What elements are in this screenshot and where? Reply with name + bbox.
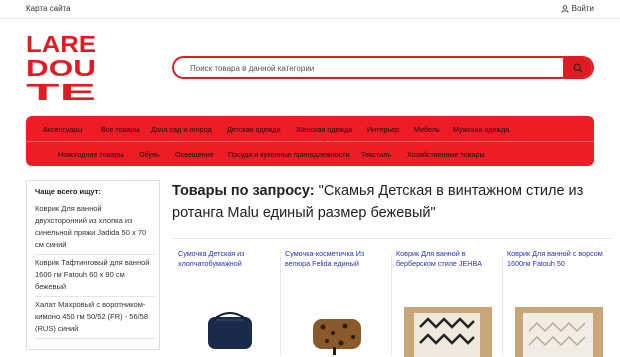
search-icon xyxy=(573,63,583,73)
menu-item-new-year[interactable]: Новогодние товары xyxy=(58,150,124,159)
logo-line-2: DOU xyxy=(26,55,96,81)
page-title: Товары по запросу: "Скамья Детская в вин… xyxy=(172,180,602,224)
product-image-pile-rug[interactable] xyxy=(515,287,603,357)
category-menu: Аксессуары Все товары Дача сад и огород … xyxy=(26,116,594,166)
login-link[interactable]: Войти xyxy=(561,4,594,13)
product-card[interactable]: Коврик Для ванной с ворсом 1600гм Fatouh… xyxy=(507,249,611,357)
sitemap-link[interactable]: Карта сайта xyxy=(26,4,71,13)
menu-item-lighting[interactable]: Освещение xyxy=(175,150,214,159)
product-title[interactable]: Коврик Для ванной в берберском стиле JEH… xyxy=(396,249,500,269)
card-divider xyxy=(280,255,281,355)
product-title[interactable]: Сумочка Детская из хлопчатобумажной xyxy=(178,249,282,269)
popular-searches-title: Чаще всего ищут: xyxy=(35,187,101,196)
logo[interactable]: LARE DOU TE xyxy=(26,32,96,102)
product-grid: Сумочка Детская из хлопчатобумажной Сумо… xyxy=(172,238,612,357)
menu-item-kitchenware[interactable]: Посуда и кухонные принадлежности xyxy=(228,150,350,159)
product-title[interactable]: Коврик Для ванной с ворсом 1600гм Fatouh… xyxy=(507,249,611,269)
menu-row-2: Новогодние товары Обувь Освещение Посуда… xyxy=(26,141,594,166)
menu-item-accessories[interactable]: Аксессуары xyxy=(43,125,82,134)
product-card[interactable]: Сумочка Детская из хлопчатобумажной xyxy=(178,249,282,349)
search-box xyxy=(172,56,594,79)
logo-line-3: TE xyxy=(26,79,96,102)
menu-item-kids-clothing[interactable]: Детская одежда xyxy=(227,125,281,134)
product-title[interactable]: Сумочка-косметичка Из велюра Felida един… xyxy=(285,249,389,269)
card-divider xyxy=(391,255,392,355)
login-label: Войти xyxy=(571,4,594,13)
product-image-pouch[interactable] xyxy=(186,287,274,357)
popular-searches: Чаще всего ищут: Коврик Для ванной двухс… xyxy=(26,180,160,350)
logo-line-1: LARE xyxy=(26,32,96,57)
menu-item-mens-clothing[interactable]: Мужская одежда xyxy=(453,125,509,134)
menu-item-shoes[interactable]: Обувь xyxy=(139,150,160,159)
popular-searches-list: Коврик Для ванной двухсторонний из хлопк… xyxy=(35,201,155,339)
menu-item-household[interactable]: Хозяйственные товары xyxy=(407,150,485,159)
product-image-leopard-pouch[interactable] xyxy=(293,287,381,357)
popular-search-item[interactable]: Коврик Для ванной двухсторонний из хлопк… xyxy=(35,201,155,255)
product-card[interactable]: Коврик Для ванной в берберском стиле JEH… xyxy=(396,249,500,357)
menu-row-1: Аксессуары Все товары Дача сад и огород … xyxy=(26,117,594,141)
product-card[interactable]: Сумочка-косметичка Из велюра Felida един… xyxy=(285,249,389,355)
card-divider xyxy=(502,255,503,355)
menu-item-textile[interactable]: Текстиль xyxy=(361,150,391,159)
menu-item-furniture[interactable]: Мебель xyxy=(414,125,440,134)
menu-item-all-products[interactable]: Все товары xyxy=(101,125,140,134)
search-button[interactable] xyxy=(563,58,592,77)
menu-item-garden[interactable]: Дача сад и огород xyxy=(151,125,212,134)
menu-item-womens-clothing[interactable]: Женская одежда xyxy=(296,125,352,134)
popular-search-item[interactable]: Халат Махровый с воротником-кимоно 450 г… xyxy=(35,297,155,339)
search-input[interactable] xyxy=(188,58,572,77)
top-bar: Карта сайта Войти xyxy=(0,0,620,19)
laredoute-logo: LARE DOU TE xyxy=(26,32,96,102)
menu-item-interior[interactable]: Интерьер xyxy=(367,125,399,134)
user-icon xyxy=(561,4,569,13)
page-title-prefix: Товары по запросу: xyxy=(172,183,315,199)
popular-search-item[interactable]: Коврик Тафтинговый для ванной 1600 гм Fa… xyxy=(35,255,155,297)
product-image-berber-rug[interactable] xyxy=(404,287,492,357)
